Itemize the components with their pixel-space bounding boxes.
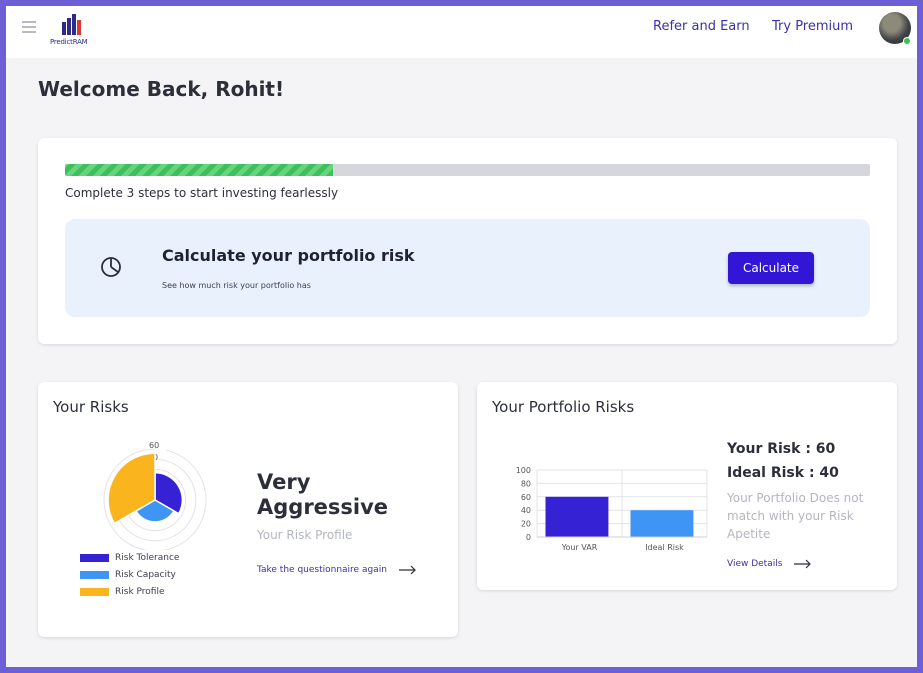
onboarding-progress-bar — [65, 164, 870, 176]
legend-risk-tolerance: Risk Tolerance — [80, 553, 179, 563]
logo-bars-icon — [62, 14, 81, 35]
legend-label: Risk Profile — [115, 587, 165, 597]
hamburger-menu-icon[interactable] — [22, 21, 36, 35]
calc-subtitle: See how much risk your portfolio has — [162, 281, 311, 290]
y-tick-label: 80 — [521, 479, 531, 488]
calc-title: Calculate your portfolio risk — [162, 246, 415, 265]
arrow-right-icon — [398, 565, 416, 575]
progress-fill — [65, 164, 334, 176]
scale-tick-max: 60 — [149, 441, 159, 450]
arrow-right-icon — [794, 559, 812, 569]
risk-polar-chart: 600 — [103, 440, 207, 550]
portfolio-risks-title: Your Portfolio Risks — [492, 398, 635, 416]
y-tick-label: 100 — [516, 466, 531, 475]
brand-logo[interactable]: PredictRAM — [50, 10, 98, 50]
steps-text: Complete 3 steps to start investing fear… — [65, 186, 339, 200]
calculate-button[interactable]: Calculate — [728, 252, 814, 284]
risk-profile-label: Your Risk Profile — [257, 528, 353, 542]
onboarding-card: Complete 3 steps to start investing fear… — [38, 138, 897, 344]
y-tick-label: 20 — [521, 520, 531, 529]
legend-label: Risk Capacity — [115, 570, 176, 580]
portfolio-risks-card: Your Portfolio Risks 100 80 60 40 20 0 Your VA… — [477, 382, 897, 590]
legend-label: Risk Tolerance — [115, 553, 180, 563]
refer-and-earn-link[interactable]: Refer and Earn — [653, 19, 750, 34]
y-tick-label: 0 — [526, 533, 531, 542]
welcome-heading: Welcome Back, Rohit! — [38, 77, 285, 101]
portfolio-risk-bar-chart: 100 80 60 40 20 0 Your VAR Ideal Risk — [516, 466, 708, 552]
bar-ideal-risk — [630, 510, 694, 537]
logo-text: PredictRAM — [50, 38, 88, 46]
online-status-dot — [903, 37, 911, 45]
your-risks-card: Your Risks 600 Risk Tolerance Risk Capac… — [38, 382, 458, 637]
view-details-label: View Details — [727, 559, 783, 569]
bar-your-var — [545, 496, 609, 537]
legend-risk-capacity: Risk Capacity — [80, 570, 176, 580]
portfolio-risk-panel: Calculate your portfolio risk See how mu… — [65, 219, 870, 317]
try-premium-link[interactable]: Try Premium — [772, 19, 853, 34]
x-tick-label: Ideal Risk — [645, 543, 684, 552]
x-tick-label: Your VAR — [561, 543, 598, 552]
your-risk-value: Your Risk : 60 — [727, 441, 836, 457]
risk-level-text: Very Aggressive — [257, 470, 389, 519]
app-frame: PredictRAM Refer and Earn Try Premium We… — [6, 6, 917, 667]
ideal-risk-value: Ideal Risk : 40 — [727, 465, 839, 481]
legend-swatch — [80, 571, 109, 579]
legend-swatch — [80, 588, 109, 596]
y-tick-label: 40 — [521, 506, 531, 515]
your-risks-title: Your Risks — [53, 398, 129, 416]
retake-questionnaire-label: Take the questionnaire again — [257, 565, 387, 575]
view-details-link[interactable]: View Details — [727, 559, 812, 569]
legend-risk-profile: Risk Profile — [80, 587, 165, 597]
top-bar: PredictRAM Refer and Earn Try Premium — [6, 6, 917, 58]
y-tick-label: 60 — [521, 493, 531, 502]
retake-questionnaire-link[interactable]: Take the questionnaire again — [257, 565, 417, 575]
portfolio-mismatch-note: Your Portfolio Does not match with your … — [727, 491, 864, 541]
legend-swatch — [80, 554, 109, 562]
pie-chart-icon — [101, 257, 121, 277]
